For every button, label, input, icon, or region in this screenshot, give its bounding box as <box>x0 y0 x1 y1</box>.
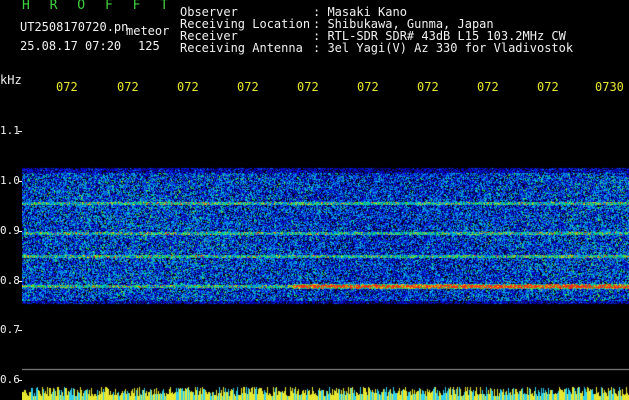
y-tick-label: 0.8 <box>0 274 20 287</box>
y-tick-label: 1.0 <box>0 174 20 187</box>
echo-count: 125 <box>138 39 160 53</box>
x-tick-label: 072 <box>297 80 319 94</box>
y-axis-unit: kHz <box>0 73 22 87</box>
spectrogram-canvas <box>22 98 629 400</box>
y-tick-label: 0.6 <box>0 373 20 386</box>
spectrogram-area <box>22 98 629 400</box>
app-title: H R O F F T <box>22 0 175 13</box>
date-time: 25.08.17 07:20 <box>20 39 122 53</box>
x-tick-label: 072 <box>417 80 439 94</box>
x-tick-label: 0730 <box>595 80 624 94</box>
mode-label: meteor <box>126 24 170 38</box>
x-tick-label: 072 <box>177 80 199 94</box>
y-tick-label: 1.1 <box>0 124 20 137</box>
x-tick-label: 072 <box>56 80 78 94</box>
info-key-antenna: Receiving Antenna <box>180 41 303 55</box>
x-tick-label: 072 <box>117 80 139 94</box>
x-tick-label: 072 <box>477 80 499 94</box>
file-name: UT2508170720.pn <box>20 20 129 34</box>
x-tick-label: 072 <box>537 80 559 94</box>
x-tick-label: 072 <box>237 80 259 94</box>
y-tick-label: 0.7 <box>0 323 20 336</box>
y-tick-label: 0.9 <box>0 224 20 237</box>
info-value-antenna: : 3el Yagi(V) Az 330 for Vladivostok <box>313 41 574 55</box>
x-tick-label: 072 <box>357 80 379 94</box>
